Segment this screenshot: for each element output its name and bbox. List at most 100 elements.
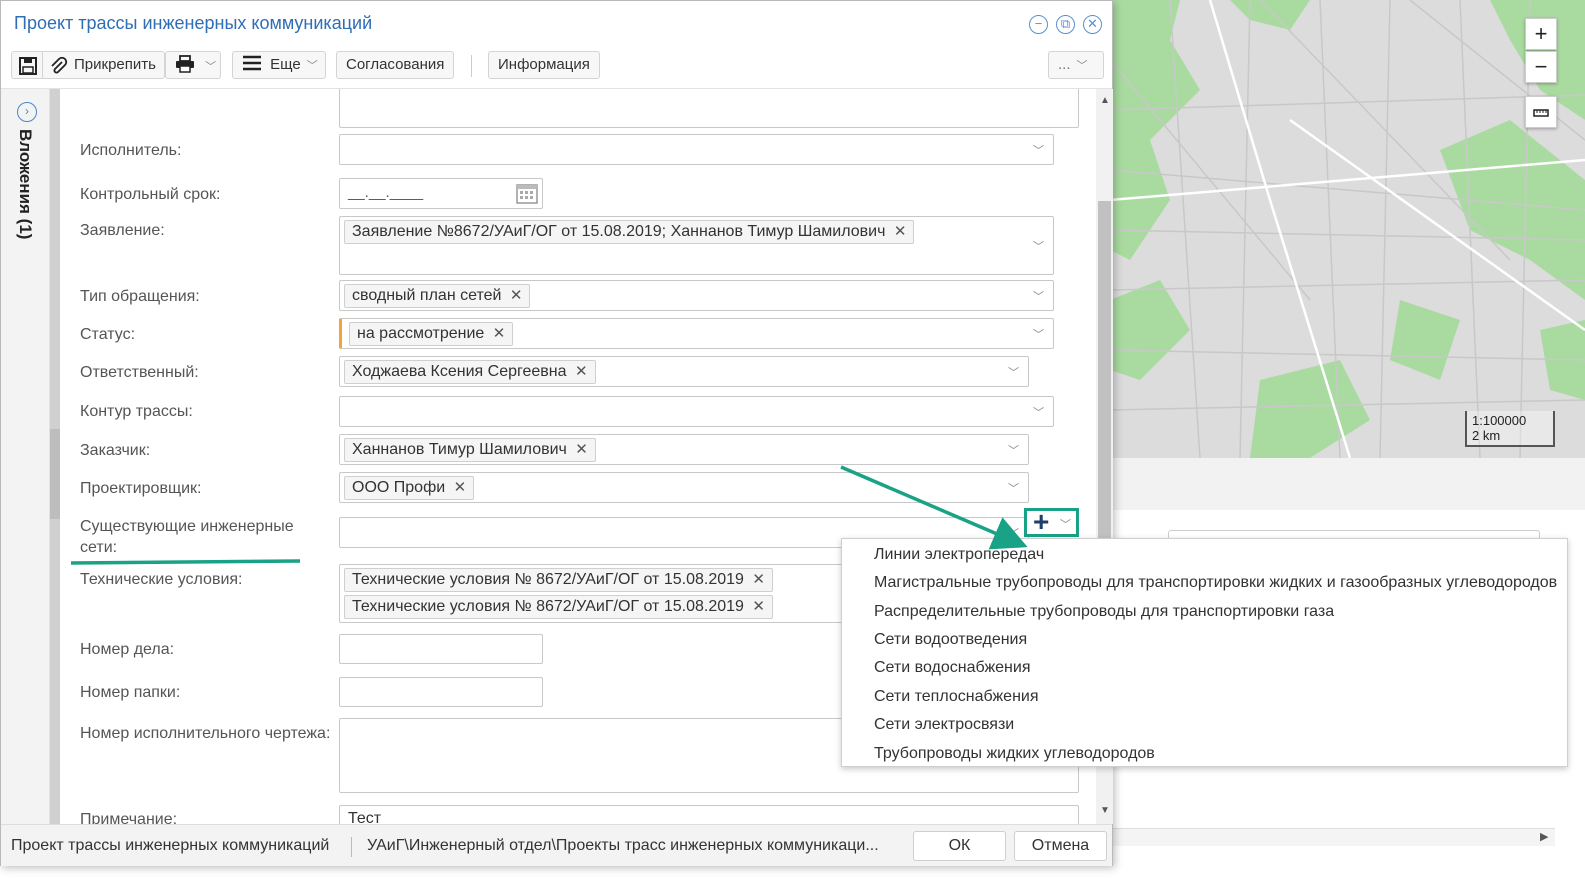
scroll-up-icon[interactable]: ▲ xyxy=(1100,95,1110,106)
paperclip-icon[interactable] xyxy=(48,56,68,85)
remove-tag-icon[interactable]: ✕ xyxy=(454,477,467,499)
dropdown-item[interactable]: Сети водоотведения xyxy=(874,630,1027,650)
add-network-button[interactable]: + ﹀ xyxy=(1024,506,1079,537)
networks-dropdown-list: Линии электропередач Магистральные трубо… xyxy=(841,538,1568,767)
calendar-icon[interactable] xyxy=(516,182,538,209)
background-strip xyxy=(1110,458,1585,510)
customer-tag: Ханнанов Тимур Шамилович ✕ xyxy=(344,438,596,462)
remove-tag-icon[interactable]: ✕ xyxy=(575,439,588,461)
ok-button[interactable]: ОК xyxy=(913,831,1006,861)
statement-tag-text: Заявление №8672/УАиГ/ОГ от 15.08.2019; Х… xyxy=(352,223,886,240)
hamburger-icon xyxy=(242,55,266,75)
route-contour-select[interactable]: ﹀ xyxy=(339,396,1054,427)
dropdown-item[interactable]: Трубопроводы жидких углеводородов xyxy=(874,744,1155,764)
route-contour-label: Контур трассы: xyxy=(80,403,193,420)
scale-ratio: 1:100000 xyxy=(1472,413,1527,428)
chevron-down-icon: ﹀ xyxy=(1033,241,1044,253)
responsible-label: Ответственный: xyxy=(80,364,199,381)
drawing-number-label: Номер исполнительного чертежа: xyxy=(80,725,331,742)
attach-button[interactable]: Прикрепить xyxy=(74,52,156,78)
tech-conditions-label: Технические условия: xyxy=(80,571,243,588)
tech-condition-tag: Технические условия № 8672/УАиГ/ОГ от 15… xyxy=(344,595,773,619)
scroll-right-icon[interactable]: ▶ xyxy=(1540,830,1548,843)
approvals-button[interactable]: Согласования xyxy=(336,51,455,79)
note-textarea[interactable]: Тест xyxy=(339,805,1079,824)
info-button[interactable]: Информация xyxy=(488,51,600,79)
request-type-tag: сводный план сетей ✕ xyxy=(344,284,531,308)
designer-tag: ООО Профи ✕ xyxy=(344,476,475,500)
remove-tag-icon[interactable]: ✕ xyxy=(493,323,506,345)
minimize-icon[interactable]: − xyxy=(1029,15,1048,34)
case-number-label: Номер дела: xyxy=(80,641,175,658)
case-number-input[interactable] xyxy=(339,634,543,664)
zoom-in-button[interactable]: + xyxy=(1525,18,1557,50)
close-icon[interactable]: ✕ xyxy=(1083,15,1102,34)
footer-doc-type: Проект трассы инженерных коммуникаций xyxy=(11,837,330,854)
attachments-tab-label[interactable]: Вложения (1) xyxy=(15,129,35,239)
responsible-tag: Ходжаева Ксения Сергеевна ✕ xyxy=(344,360,596,384)
print-button[interactable]: ﹀ xyxy=(165,51,221,79)
dropdown-item[interactable]: Сети теплоснабжения xyxy=(874,687,1039,707)
executor-select[interactable]: ﹀ xyxy=(339,134,1054,165)
remove-tag-icon[interactable]: ✕ xyxy=(894,221,907,243)
footer-path: УАиГ\Инженерный отдел\Проекты трасс инже… xyxy=(367,837,879,854)
more-button[interactable]: Еще ﹀ xyxy=(232,51,326,79)
folder-number-input[interactable] xyxy=(339,677,543,707)
chevron-down-icon: ﹀ xyxy=(1008,483,1019,495)
designer-select[interactable]: ООО Профи ✕ ﹀ xyxy=(339,472,1029,503)
statement-multiselect[interactable]: Заявление №8672/УАиГ/ОГ от 15.08.2019; Х… xyxy=(339,216,1054,275)
dropdown-item[interactable]: Сети электросвязи xyxy=(874,715,1014,735)
status-multiselect[interactable]: на рассмотрение ✕ ﹀ xyxy=(339,318,1054,349)
overflow-menu-button[interactable]: ... ﹀ xyxy=(1048,51,1104,79)
description-textarea[interactable] xyxy=(339,89,1079,128)
chevron-right-icon[interactable]: › xyxy=(17,102,37,122)
status-tag: на рассмотрение ✕ xyxy=(349,322,514,346)
designer-label: Проектировщик: xyxy=(80,480,202,497)
more-label: Еще xyxy=(270,56,301,73)
request-type-label: Тип обращения: xyxy=(80,288,200,305)
dropdown-item[interactable]: Сети водоснабжения xyxy=(874,658,1031,678)
dropdown-item[interactable]: Распределительные трубопроводы для транс… xyxy=(874,602,1334,622)
toolbar: Прикрепить ﹀ Еще ﹀ Согласования Информаци… xyxy=(1,45,1112,89)
ruler-button[interactable] xyxy=(1525,96,1557,128)
responsible-select[interactable]: Ходжаева Ксения Сергеевна ✕ ﹀ xyxy=(339,356,1029,387)
chevron-down-icon: ﹀ xyxy=(1033,291,1044,303)
toolbar-separator xyxy=(471,55,472,77)
splitter-handle[interactable] xyxy=(50,429,60,519)
request-type-multiselect[interactable]: сводный план сетей ✕ ﹀ xyxy=(339,280,1054,311)
dialog-footer: Проект трассы инженерных коммуникаций УА… xyxy=(1,824,1112,866)
dropdown-item[interactable]: Линии электропередач xyxy=(874,545,1044,565)
title-bar[interactable]: Проект трассы инженерных коммуникаций − … xyxy=(1,1,1112,45)
customer-select[interactable]: Ханнанов Тимур Шамилович ✕ ﹀ xyxy=(339,434,1029,465)
customer-tag-text: Ханнанов Тимур Шамилович xyxy=(352,441,567,458)
chevron-down-icon: ﹀ xyxy=(205,61,217,73)
chevron-down-icon: ﹀ xyxy=(306,60,318,72)
map-tiles xyxy=(1110,0,1585,458)
zoom-out-button[interactable]: − xyxy=(1525,51,1557,83)
plus-icon: + xyxy=(1033,506,1050,537)
request-type-tag-text: сводный план сетей xyxy=(352,287,502,304)
tech-condition-tag-text: Технические условия № 8672/УАиГ/ОГ от 15… xyxy=(352,598,744,615)
dropdown-item[interactable]: Магистральные трубопроводы для транспорт… xyxy=(874,573,1557,593)
remove-tag-icon[interactable]: ✕ xyxy=(752,596,765,618)
toolbar-divider xyxy=(42,52,43,78)
save-icon[interactable] xyxy=(18,56,38,85)
restore-icon[interactable]: ⧉ xyxy=(1056,15,1075,34)
background-scrollbar[interactable] xyxy=(1110,828,1555,846)
existing-networks-label-line1: Существующие инженерные xyxy=(80,518,294,535)
deadline-label: Контрольный срок: xyxy=(80,186,221,203)
panel-splitter[interactable] xyxy=(50,89,60,824)
chevron-down-icon: ﹀ xyxy=(1008,367,1019,379)
remove-tag-icon[interactable]: ✕ xyxy=(575,361,588,383)
remove-tag-icon[interactable]: ✕ xyxy=(752,569,765,591)
scroll-down-icon[interactable]: ▼ xyxy=(1100,805,1110,816)
existing-networks-label: Существующие инженерные сети: xyxy=(80,516,294,558)
deadline-date-field[interactable]: __.__.____ xyxy=(339,178,543,209)
executor-label: Исполнитель: xyxy=(80,142,182,159)
map-scale: 1:100000 2 km xyxy=(1465,411,1555,447)
map-view[interactable] xyxy=(1110,0,1585,458)
printer-icon xyxy=(175,55,199,77)
remove-tag-icon[interactable]: ✕ xyxy=(510,285,523,307)
cancel-button[interactable]: Отмена xyxy=(1014,831,1107,861)
status-tag-text: на рассмотрение xyxy=(357,325,485,342)
